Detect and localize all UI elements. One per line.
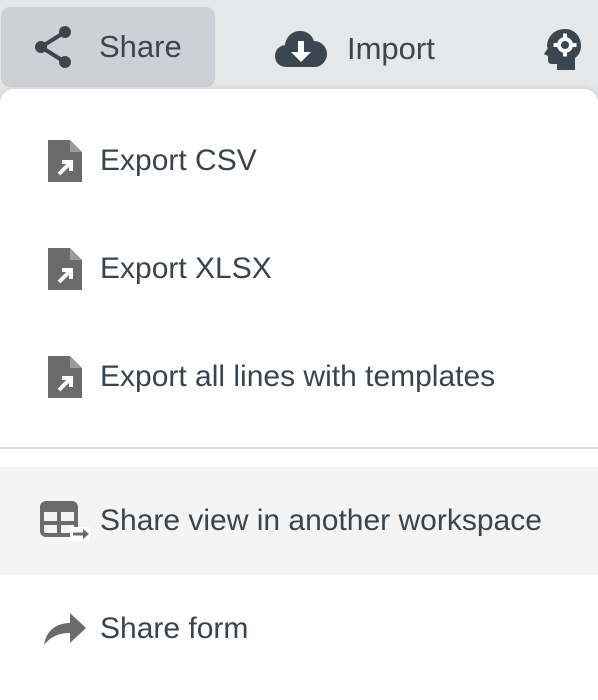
import-button[interactable]: Import xyxy=(275,14,435,84)
cloud-download-icon xyxy=(275,31,327,67)
file-export-icon xyxy=(40,138,90,184)
toolbar: Share Import xyxy=(0,0,598,96)
menu-item-label: Share form xyxy=(100,612,249,645)
menu-item-label: Share view in another workspace xyxy=(100,504,542,537)
file-export-icon xyxy=(40,246,90,292)
menu-item-share-view[interactable]: Share view in another workspace xyxy=(0,467,598,575)
menu-item-share-form[interactable]: Share form xyxy=(0,575,598,683)
menu-item-export-all-lines[interactable]: Export all lines with templates xyxy=(0,323,598,431)
menu-item-export-xlsx[interactable]: Export XLSX xyxy=(0,215,598,323)
share-icon xyxy=(35,26,71,68)
share-button[interactable]: Share xyxy=(1,7,215,87)
menu-item-export-csv[interactable]: Export CSV xyxy=(0,107,598,215)
menu-item-label: Export XLSX xyxy=(100,252,272,285)
menu-item-label: Export all lines with templates xyxy=(100,360,496,393)
menu-divider xyxy=(0,447,598,449)
share-menu: Export CSV Export XLSX Export all lines … xyxy=(0,89,598,700)
file-export-icon xyxy=(40,354,90,400)
settings-button[interactable] xyxy=(543,27,583,71)
view-share-icon xyxy=(40,498,90,544)
share-arrow-icon xyxy=(40,606,90,652)
import-button-label: Import xyxy=(347,31,435,66)
menu-item-label: Export CSV xyxy=(100,144,257,177)
settings-head-icon xyxy=(544,29,581,70)
share-button-label: Share xyxy=(99,29,182,64)
